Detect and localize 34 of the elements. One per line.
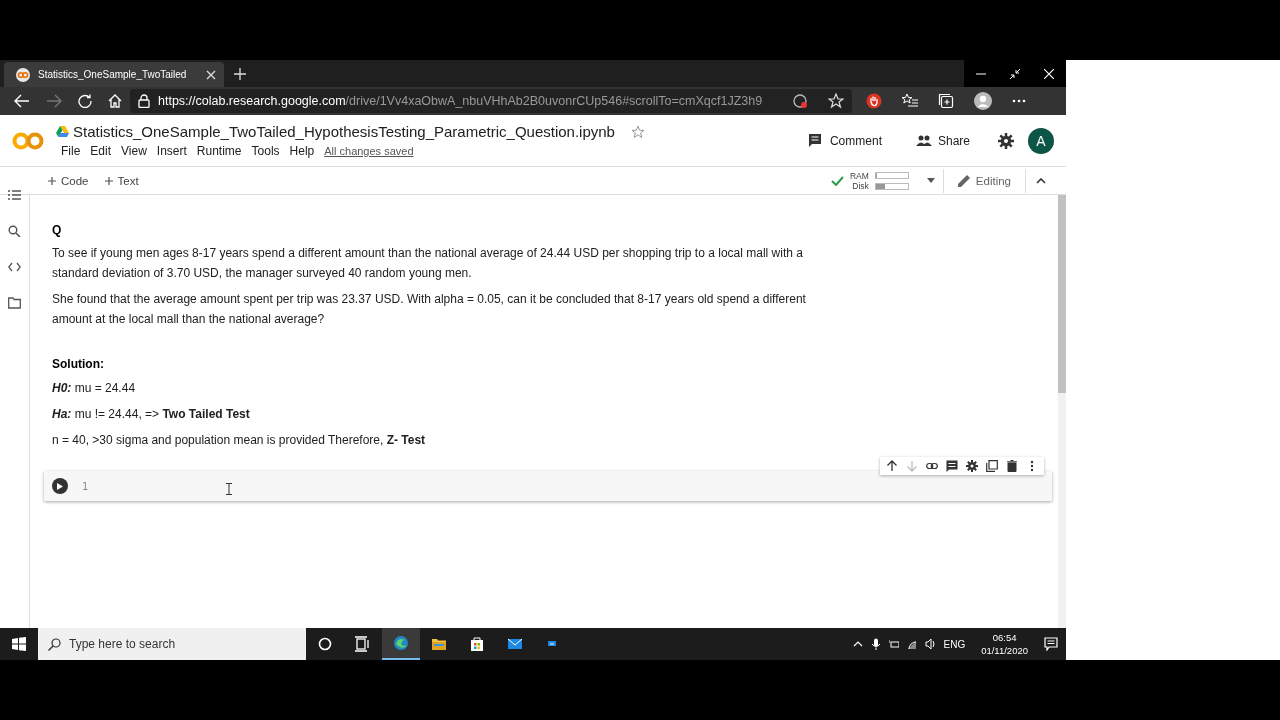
solution-heading: Solution: xyxy=(52,357,105,371)
meter-label: RAM xyxy=(849,170,869,181)
address-bar[interactable]: https://colab.research.google.com/drive/1Vv4xaObwA_nbuVHhAb2B0uvonrCUp546#scrollTo=cmXqcf1JZ3h9 xyxy=(130,89,852,113)
user-avatar[interactable]: A xyxy=(1028,127,1054,154)
solution-line: H0: mu = 24.44 xyxy=(52,381,137,395)
resources-indicator[interactable]: RAM Disk xyxy=(830,168,944,193)
clock-time: 06:54 xyxy=(992,631,1017,644)
menu-item[interactable]: Insert xyxy=(151,144,192,158)
menu-item[interactable]: Edit xyxy=(85,144,117,158)
tab-title: Statistics_OneSample_TwoTailed xyxy=(38,69,188,80)
code-cell[interactable]: 1 xyxy=(44,471,1052,501)
header-action-button[interactable]: Share xyxy=(909,132,976,149)
input-language[interactable]: ENG xyxy=(943,638,966,650)
menu-item[interactable]: View xyxy=(116,144,152,158)
add-cell-button[interactable]: Text xyxy=(96,174,147,187)
notebook-title[interactable]: Statistics_OneSample_TwoTailed_HypothesisTesting_Parametric_Question.ipynb xyxy=(73,123,615,140)
taskbar-search-field[interactable]: Type here to search xyxy=(38,628,306,660)
menu-item[interactable]: Tools xyxy=(246,144,285,158)
menu-item[interactable]: File xyxy=(56,144,86,158)
question-paragraph: To see if young men ages 8-17 years spend a different amount than the national average of 24.44 USD per shopping trip to a local mall with a standard deviation of 3.70 USD, the manager surveyed 40 random young men. xyxy=(52,245,804,282)
save-status-link[interactable]: All changes saved xyxy=(324,145,414,157)
header-action-button[interactable]: Comment xyxy=(801,132,888,149)
clock-date: 01/11/2020 xyxy=(981,644,1028,657)
editing-mode-button[interactable]: Editing xyxy=(943,168,1026,193)
question-heading: Q xyxy=(52,223,63,237)
question-paragraph: She found that the average amount spent per trip was 23.37 USD. With alpha = 0.05, can it be concluded that 8-17 years old spend a different amount at the local mall than the national average? xyxy=(52,291,807,328)
solution-line: Ha: mu != 24.44, => Two Tailed Test xyxy=(52,407,251,421)
menu-item[interactable]: Help xyxy=(284,144,320,158)
line-number: 1 xyxy=(82,480,89,492)
meter-label: Disk xyxy=(852,180,869,191)
add-cell-button[interactable]: Code xyxy=(40,174,97,187)
solution-line: n = 40, >30 sigma and population mean is provided Therefore, Z- Test xyxy=(52,433,427,447)
browser-tab[interactable]: Statistics_OneSample_TwoTailed xyxy=(4,62,224,87)
menu-item[interactable]: Runtime xyxy=(191,144,247,158)
